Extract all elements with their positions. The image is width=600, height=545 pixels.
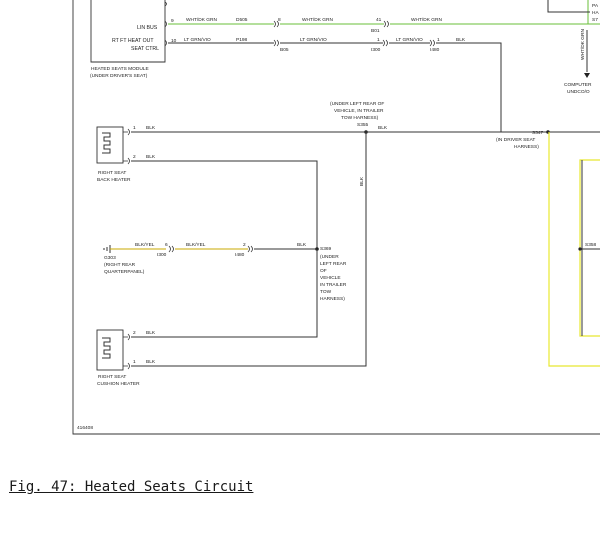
c1a-number: 1 [377, 37, 380, 43]
s355-note-2: VEHICLE, IN TRAILER [334, 108, 384, 114]
wire-blk-cushion2: BLK [146, 330, 156, 336]
wire-blk-back2: BLK [146, 154, 156, 160]
ground-name: G303 [104, 255, 116, 261]
right-fragment-pa: PA [592, 3, 599, 9]
s369-note-4: IN TRAILER [320, 282, 347, 288]
right-fragment-ha: HA [592, 10, 599, 16]
ground-note-1: (RIGHT REAR [104, 262, 136, 268]
yellow-wire-inner [579, 159, 600, 337]
i300-connector [382, 39, 388, 47]
d505-connector-label: D505 [236, 17, 248, 23]
c41-number: 41 [376, 17, 382, 23]
pin9-number: 9 [171, 18, 174, 24]
cushion-heater-pin1: 1 [133, 359, 136, 365]
s355-note-3: TOW HARNESS) [341, 115, 379, 121]
wire-lt-grn-vio-1: LT GRN/VIO [184, 37, 211, 43]
right-fragment-s7: S7 [592, 17, 598, 23]
back-heater-pin1-connector [123, 128, 130, 136]
heater-output-wire-4 [436, 42, 502, 132]
wire-blk-back1: BLK [146, 125, 156, 131]
module-name-line1: HEATED SEATS MODULE [91, 66, 149, 72]
c8-number: 8 [278, 17, 281, 23]
i480b-connector-label: I480 [235, 252, 245, 258]
s347-note-1: (IN DRIVER SEAT [496, 137, 535, 143]
computer-label-1: COMPUTER [564, 82, 592, 88]
computer-label-2: UNDCO/O [567, 89, 590, 95]
seat-ctrl-label: SEAT CTRL [131, 46, 159, 52]
cushion-heater-pin2: 2 [133, 330, 136, 336]
c1b-number: 1 [437, 37, 440, 43]
diagram-id: 416408 [77, 425, 93, 431]
s369-note-1: LEFT REAR [320, 261, 347, 267]
s369-note-0: (UNDER [320, 254, 339, 260]
s369-note-3: VEHICLE [320, 275, 341, 281]
right-vertical-wire-label: WHT/DK GRN [580, 29, 586, 60]
s369-note-5: TOW [320, 289, 332, 295]
back-heater-element-icon [102, 132, 111, 154]
s347-label: S347 [532, 130, 544, 136]
s369-note-2: OF [320, 268, 327, 274]
wire-blk-top: BLK [456, 37, 466, 43]
ground-note-2: QUARTERPANEL) [104, 269, 145, 275]
wire-blk-ground: BLK [297, 242, 307, 248]
back-heater-pin2: 2 [133, 154, 136, 160]
i300-connector-label: I300 [371, 47, 381, 53]
s358-label: S358 [585, 242, 597, 248]
wire-wht-dkgrn-2: WHT/DK GRN [302, 17, 333, 23]
s369-label: S369 [320, 246, 332, 252]
i300b-connector [168, 245, 174, 253]
s347-note-2: HARNESS) [514, 144, 539, 150]
b05-connector-label: B05 [280, 47, 289, 53]
i480b-connector [247, 245, 253, 253]
cushion-heater-label-2: CUSHION HEATER [97, 381, 140, 387]
wire-blk-yel-2: BLK/YEL [186, 242, 206, 248]
figure-caption: Fig. 47: Heated Seats Circuit [9, 479, 254, 495]
module-name-line2: (UNDER DRIVER'S SEAT) [90, 73, 148, 79]
wire-blk-bus: BLK [378, 125, 388, 131]
ground-icon [103, 245, 111, 253]
b01-connector-label: B01 [371, 28, 380, 34]
wire-blk-cushion1: BLK [146, 359, 156, 365]
s355-label: S355 [357, 122, 369, 128]
cushion-heater-label-1: RIGHT SEAT [98, 374, 126, 380]
back-heater-pin2-wire [131, 160, 318, 249]
s369-note-6: HARNESS) [320, 296, 345, 302]
cushion-heater-element-icon [102, 337, 111, 359]
right-edge-wire [547, 0, 590, 13]
back-heater-pin2-connector [123, 157, 130, 165]
c41-connector [383, 20, 389, 28]
wire-blk-vertical: BLK [359, 176, 365, 186]
i480-connector [429, 39, 435, 47]
lin-bus-label: LIN BUS [137, 25, 158, 31]
c2-number: 2 [243, 242, 246, 248]
b05-connector [273, 39, 279, 47]
s355-note-1: (UNDER LEFT REAR OF [330, 101, 384, 107]
wire-wht-dkgrn-3: WHT/DK GRN [411, 17, 442, 23]
arrow-down-icon [584, 73, 590, 78]
heated-seats-module [90, 0, 166, 63]
i300b-connector-label: I300 [157, 252, 167, 258]
rt-ft-heat-label: RT FT HEAT OUT [112, 38, 154, 44]
back-heater-label-1: RIGHT SEAT [98, 170, 126, 176]
back-heater-label-2: BACK HEATER [97, 177, 131, 183]
wire-wht-dkgrn-1: WHT/DK GRN [186, 17, 217, 23]
c6-number: 6 [165, 242, 168, 248]
wiring-diagram: HEATED SEATS MODULE (UNDER DRIVER'S SEAT… [72, 0, 600, 435]
wire-blk-yel-1: BLK/YEL [135, 242, 155, 248]
cushion-heater-pin1-connector [123, 362, 130, 370]
cushion-heater-pin2-connector [123, 333, 130, 341]
p198-connector-label: P198 [236, 37, 248, 43]
diagram-frame [72, 0, 600, 435]
wire-lt-grn-vio-3: LT GRN/VIO [396, 37, 423, 43]
s369-down-wire [131, 249, 318, 338]
wire-lt-grn-vio-2: LT GRN/VIO [300, 37, 327, 43]
back-heater-pin1: 1 [133, 125, 136, 131]
i480-connector-label: I480 [430, 47, 440, 53]
